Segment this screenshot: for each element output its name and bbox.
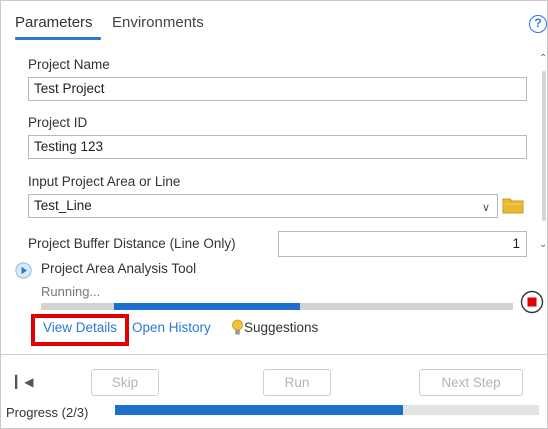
tool-progress-bar [41,303,513,310]
play-icon[interactable] [15,262,32,279]
overall-progress-bar [115,405,539,415]
folder-icon[interactable] [502,196,524,214]
run-button[interactable]: Run [263,369,331,396]
next-step-button[interactable]: Next Step [419,369,523,396]
highlight-box [31,314,129,346]
divider [1,354,548,355]
project-name-label: Project Name [28,57,110,72]
input-area-label: Input Project Area or Line [28,174,181,189]
buffer-distance-label: Project Buffer Distance (Line Only) [28,236,236,251]
scrollbar-thumb[interactable] [542,71,546,221]
open-history-link[interactable]: Open History [132,320,211,335]
overall-progress-fill [115,405,403,415]
project-id-field[interactable]: Testing 123 [28,135,527,159]
lightbulb-icon [232,319,243,335]
scroll-up-icon[interactable]: ⌃ [539,53,547,64]
skip-button[interactable]: Skip [91,369,159,396]
scroll-down-icon[interactable]: ⌄ [539,239,547,250]
suggestions-link[interactable]: Suggestions [244,320,318,335]
buffer-distance-field[interactable]: 1 [278,231,527,257]
geoprocessing-pane: Parameters Environments ? Project Name T… [0,0,548,429]
tool-progress-fill [114,303,300,310]
input-area-value: Test_Line [34,198,92,213]
chevron-down-icon[interactable]: ∨ [482,197,490,219]
first-step-icon[interactable]: ▎◀ [15,375,33,389]
project-name-field[interactable]: Test Project [28,77,527,101]
active-tab-indicator [15,37,101,40]
project-id-label: Project ID [28,115,88,130]
tab-parameters[interactable]: Parameters [15,14,93,31]
stop-icon[interactable] [520,290,544,314]
help-icon[interactable]: ? [529,15,547,33]
tab-environments[interactable]: Environments [112,14,204,31]
tool-name: Project Area Analysis Tool [41,261,197,276]
input-area-dropdown[interactable]: Test_Line ∨ [28,194,498,218]
tool-status: Running... [41,284,101,299]
overall-progress-label: Progress (2/3) [6,405,89,420]
